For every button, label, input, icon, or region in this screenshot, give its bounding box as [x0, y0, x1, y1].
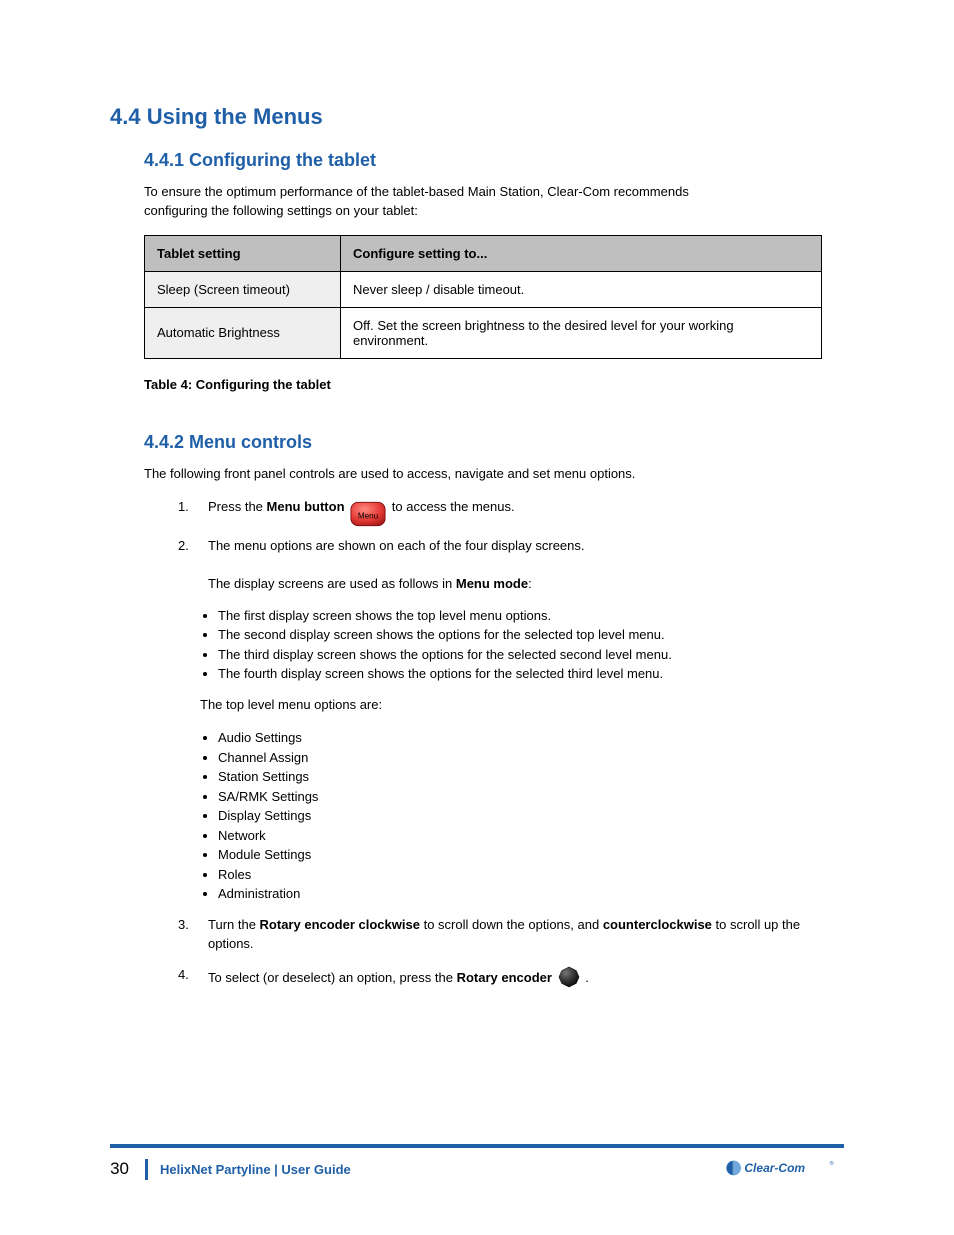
list-item: Channel Assign [218, 748, 844, 768]
step3-prefix: Turn the [208, 917, 260, 932]
list-item: Station Settings [218, 767, 844, 787]
list-item: Module Settings [218, 845, 844, 865]
list-item: Audio Settings [218, 728, 844, 748]
table-row: Automatic Brightness Off. Set the screen… [145, 307, 822, 358]
list-item: The third display screen shows the optio… [218, 645, 844, 665]
subsection-heading: 4.4.1 Configuring the tablet [144, 150, 844, 171]
cell-value-1: Never sleep / disable timeout. [341, 271, 822, 307]
step3-mid: to scroll down the options, and [424, 917, 603, 932]
step-1: 1. Press the Menu button Menu [178, 498, 844, 526]
step-2: 2. The menu options are shown on each of… [178, 537, 844, 594]
rotary-cw-label: Rotary encoder clockwise [260, 917, 420, 932]
page-footer: 30 HelixNet Partyline | User Guide Clear… [110, 1144, 844, 1185]
step4-prefix: To select (or deselect) an option, press… [208, 970, 457, 985]
page-number: 30 [110, 1159, 148, 1179]
list-item: The second display screen shows the opti… [218, 625, 844, 645]
table-row: Sleep (Screen timeout) Never sleep / dis… [145, 271, 822, 307]
step4-tail: . [585, 970, 589, 985]
cell-value-2: Off. Set the screen brightness to the de… [341, 307, 822, 358]
section-heading: 4.4 Using the Menus [110, 104, 844, 130]
doc-title: HelixNet Partyline | User Guide [148, 1162, 351, 1178]
th-configure: Configure setting to... [341, 235, 822, 271]
rotary-encoder-label: Rotary encoder [457, 970, 552, 985]
step-3: 3. Turn the Rotary encoder clockwise to … [178, 916, 844, 954]
intro-paragraph: To ensure the optimum performance of the… [144, 183, 824, 221]
step-number: 3. [178, 916, 198, 954]
doc-title-text: HelixNet Partyline | User Guide [160, 1162, 351, 1177]
step1-tail: to access the menus. [392, 499, 515, 514]
svg-text:®: ® [830, 1160, 834, 1167]
step2-sublabel-2: The top level menu options are: [200, 696, 844, 715]
cell-setting-2: Automatic Brightness [145, 307, 341, 358]
clear-com-logo: Clear-Com ® [724, 1154, 844, 1185]
list-item: Administration [218, 884, 844, 904]
subsection-heading-2: 4.4.2 Menu controls [144, 432, 844, 453]
logo-text: Clear-Com [744, 1161, 805, 1175]
intro-line-1: To ensure the optimum performance of the… [144, 184, 689, 199]
step-4: 4. To select (or deselect) an option, pr… [178, 966, 844, 988]
menu-mode-label: Menu mode [456, 576, 528, 591]
step2-sublabel-1: The display screens are used as follows … [208, 576, 456, 591]
menu-button-label: Menu button [267, 499, 345, 514]
step-number: 2. [178, 537, 198, 594]
settings-table: Tablet setting Configure setting to... S… [144, 235, 822, 359]
step1-prefix: Press the [208, 499, 267, 514]
rotary-ccw-label: counterclockwise [603, 917, 712, 932]
step2-text: The menu options are shown on each of th… [208, 538, 585, 553]
menu-button-text: Menu [358, 512, 378, 521]
step-number: 1. [178, 498, 198, 526]
list-item: SA/RMK Settings [218, 787, 844, 807]
list-top-level-menus: Audio Settings Channel Assign Station Se… [218, 728, 844, 904]
list-item: The fourth display screen shows the opti… [218, 664, 844, 684]
list-item: The first display screen shows the top l… [218, 606, 844, 626]
rotary-knob-icon [558, 966, 580, 988]
list-item: Display Settings [218, 806, 844, 826]
intro-line-2: configuring the following settings on yo… [144, 203, 418, 218]
list-item: Roles [218, 865, 844, 885]
table-caption: Table 4: Configuring the tablet [144, 377, 844, 392]
menu-button-icon: Menu [350, 501, 386, 525]
intro-2: The following front panel controls are u… [144, 465, 824, 484]
list-menu-mode: The first display screen shows the top l… [218, 606, 844, 684]
step-number: 4. [178, 966, 198, 988]
list-item: Network [218, 826, 844, 846]
cell-setting-1: Sleep (Screen timeout) [145, 271, 341, 307]
th-tablet-setting: Tablet setting [145, 235, 341, 271]
